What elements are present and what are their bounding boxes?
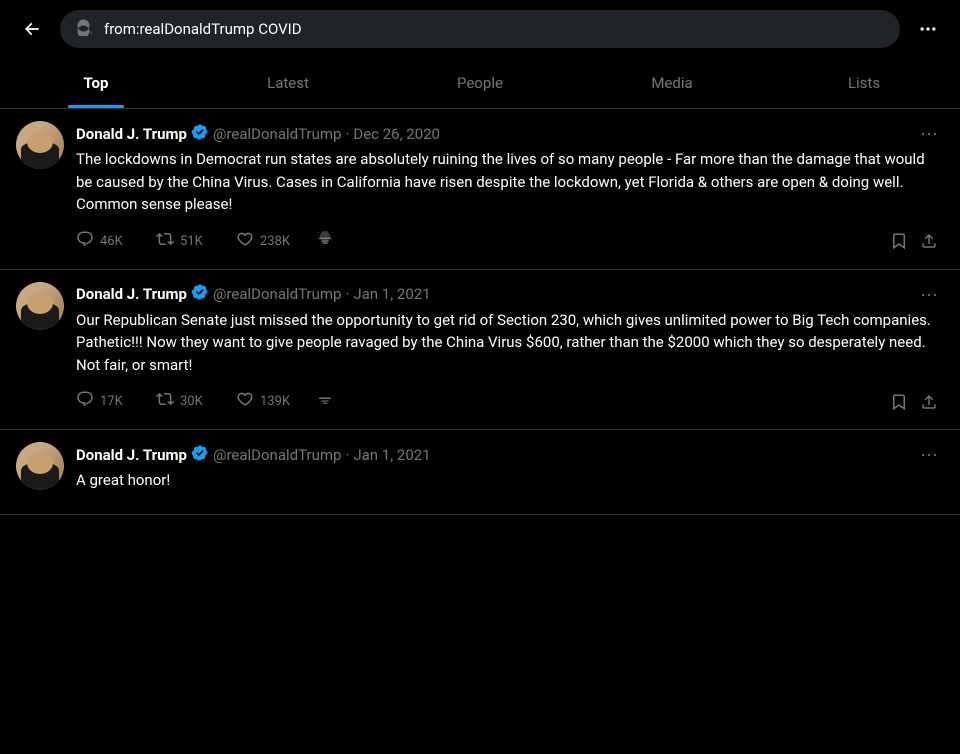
tweet-date: Jan 1, 2021 — [353, 446, 430, 464]
tweet-more-button[interactable]: ··· — [914, 121, 944, 146]
tweet-content: Donald J. Trump @realDonaldTrump · Jan 1… — [76, 282, 944, 418]
share-icon — [920, 232, 938, 250]
more-icon — [918, 19, 938, 39]
share-action[interactable] — [914, 228, 944, 254]
views-icon — [316, 390, 334, 413]
like-count: 238K — [260, 234, 290, 249]
tab-media[interactable]: Media — [576, 58, 768, 108]
tweet-actions: 46K 51K 238K — [76, 226, 944, 257]
more-options-button[interactable] — [912, 13, 944, 45]
avatar — [16, 442, 64, 490]
retweet-icon — [156, 390, 174, 413]
search-icon — [76, 18, 94, 40]
bookmark-action[interactable] — [884, 228, 914, 254]
tweet-handle: @realDonaldTrump — [213, 446, 341, 464]
reply-icon — [76, 230, 94, 253]
search-bar[interactable]: from:realDonaldTrump COVID — [60, 10, 900, 48]
like-action[interactable]: 139K — [236, 386, 316, 417]
tweet-username: Donald J. Trump — [76, 285, 187, 303]
search-tabs: Top Latest People Media Lists — [0, 58, 960, 109]
tweet-header: Donald J. Trump @realDonaldTrump · Dec 2… — [76, 121, 944, 146]
tweet-date: Dec 26, 2020 — [353, 125, 440, 143]
back-icon — [22, 19, 42, 39]
tweet-text: The lockdowns in Democrat run states are… — [76, 148, 944, 216]
views-action[interactable] — [316, 386, 396, 417]
retweet-count: 51K — [180, 234, 203, 249]
tweet-text: Our Republican Senate just missed the op… — [76, 309, 944, 377]
reply-count: 46K — [100, 234, 123, 249]
views-action[interactable] — [316, 226, 396, 257]
tweet-handle: @realDonaldTrump — [213, 125, 341, 143]
share-icon — [920, 393, 938, 411]
reply-icon — [76, 390, 94, 413]
retweet-icon — [156, 230, 174, 253]
tweet-handle: @realDonaldTrump — [213, 285, 341, 303]
reply-action[interactable]: 46K — [76, 226, 156, 257]
avatar — [16, 282, 64, 330]
share-action[interactable] — [914, 389, 944, 415]
verified-icon — [191, 444, 209, 466]
tweet-text: A great honor! — [76, 469, 944, 492]
tweet-1[interactable]: Donald J. Trump @realDonaldTrump · Dec 2… — [0, 109, 960, 270]
search-query-display: from:realDonaldTrump COVID — [104, 20, 884, 38]
tweet-more-button[interactable]: ··· — [914, 282, 944, 307]
tweet-more-button[interactable]: ··· — [914, 442, 944, 467]
like-icon — [236, 230, 254, 253]
tweet-content: Donald J. Trump @realDonaldTrump · Dec 2… — [76, 121, 944, 257]
bookmark-action[interactable] — [884, 389, 914, 415]
retweet-count: 30K — [180, 394, 203, 409]
header: from:realDonaldTrump COVID — [0, 0, 960, 58]
verified-icon — [191, 283, 209, 305]
tweet-username: Donald J. Trump — [76, 446, 187, 464]
bookmark-icon — [890, 232, 908, 250]
tab-people[interactable]: People — [384, 58, 576, 108]
reply-action[interactable]: 17K — [76, 386, 156, 417]
tweet-2[interactable]: Donald J. Trump @realDonaldTrump · Jan 1… — [0, 270, 960, 431]
tweet-actions: 17K 30K 139K — [76, 386, 944, 417]
tweet-3[interactable]: Donald J. Trump @realDonaldTrump · Jan 1… — [0, 430, 960, 515]
tweet-header: Donald J. Trump @realDonaldTrump · Jan 1… — [76, 282, 944, 307]
tweet-header: Donald J. Trump @realDonaldTrump · Jan 1… — [76, 442, 944, 467]
bookmark-icon — [890, 393, 908, 411]
tab-lists[interactable]: Lists — [768, 58, 960, 108]
tab-top[interactable]: Top — [0, 58, 192, 108]
like-count: 139K — [260, 394, 290, 409]
like-action[interactable]: 238K — [236, 226, 316, 257]
reply-count: 17K — [100, 394, 123, 409]
back-button[interactable] — [16, 13, 48, 45]
tweet-date: Jan 1, 2021 — [353, 285, 430, 303]
tweet-content: Donald J. Trump @realDonaldTrump · Jan 1… — [76, 442, 944, 502]
tab-latest[interactable]: Latest — [192, 58, 384, 108]
tweet-username: Donald J. Trump — [76, 125, 187, 143]
avatar — [16, 121, 64, 169]
like-icon — [236, 390, 254, 413]
views-icon — [316, 230, 334, 253]
retweet-action[interactable]: 30K — [156, 386, 236, 417]
verified-icon — [191, 123, 209, 145]
retweet-action[interactable]: 51K — [156, 226, 236, 257]
